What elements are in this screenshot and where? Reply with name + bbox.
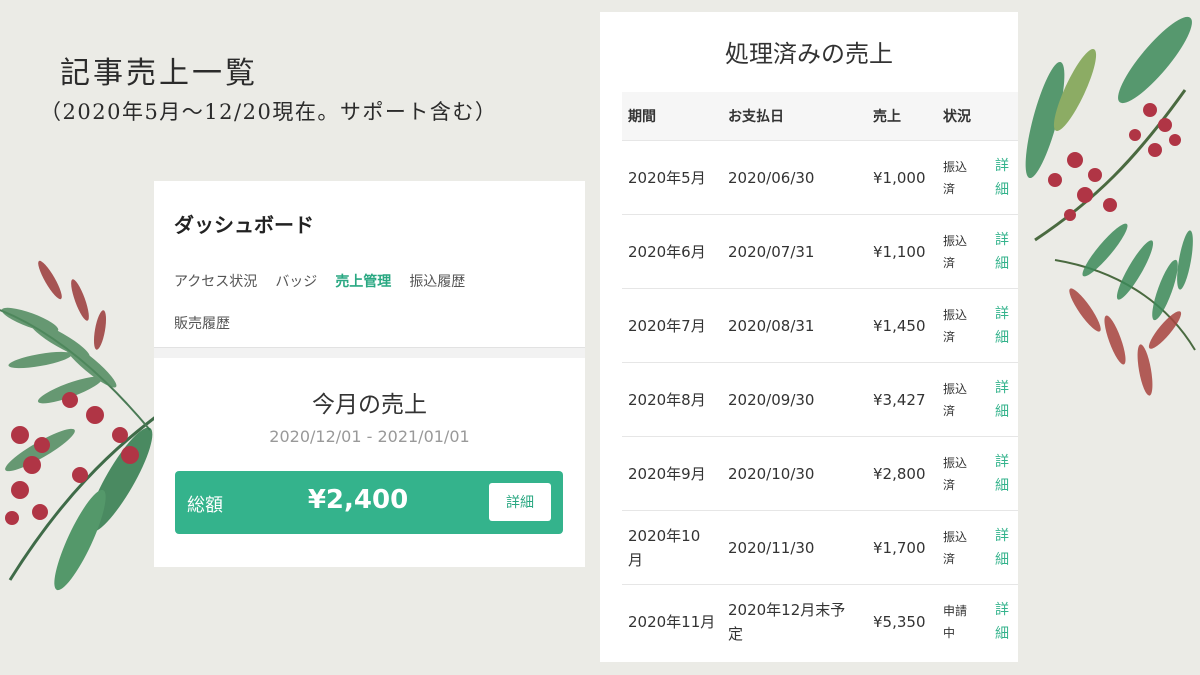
- status-cell: 申請中: [937, 584, 989, 658]
- header-detail-spacer: [989, 92, 1018, 141]
- processed-sales-table: 期間 お支払日 売上 状況 2020年5月 2020/06/30 ¥1,000 振込済…: [622, 92, 1018, 658]
- period-cell: 2020年8月: [622, 362, 722, 437]
- table-row: 2020年11月 2020年12月末予定 ¥5,350 申請中詳細: [622, 584, 1018, 658]
- status-cell: 振込済: [937, 362, 989, 437]
- payment-date-cell: 2020/06/30: [722, 140, 867, 215]
- period-cell: 2020年6月: [622, 214, 722, 289]
- amount-cell: ¥1,000: [867, 140, 937, 215]
- month-date-range: 2020/12/01 - 2021/01/01: [269, 427, 470, 446]
- period-cell: 2020年9月: [622, 436, 722, 511]
- table-row: 2020年8月 2020/09/30 ¥3,427 振込済詳細: [622, 362, 1018, 437]
- amount-cell: ¥1,100: [867, 214, 937, 289]
- table-row: 2020年9月 2020/10/30 ¥2,800 振込済詳細: [622, 436, 1018, 511]
- period-cell: 2020年10 月: [622, 510, 722, 585]
- tab-sales-management[interactable]: 売上管理: [335, 271, 391, 291]
- payment-date-cell: 2020/11/30: [722, 510, 867, 585]
- status-cell: 振込済: [937, 510, 989, 585]
- total-amount: ¥2,400: [307, 485, 409, 515]
- detail-link[interactable]: 詳細: [989, 288, 1018, 363]
- amount-cell: ¥1,700: [867, 510, 937, 585]
- status-cell: 振込済: [937, 288, 989, 363]
- fern-leaves-left-decoration: [0, 260, 166, 591]
- detail-link[interactable]: 詳細: [989, 584, 1018, 658]
- dashboard-tabs: アクセス状況 バッジ 売上管理 振込履歴販売履歴: [174, 271, 544, 355]
- amount-cell: ¥5,350: [867, 584, 937, 658]
- month-sales-title: 今月の売上: [312, 392, 427, 418]
- header-amount: 売上: [867, 92, 937, 141]
- tab-badges[interactable]: バッジ: [275, 271, 317, 291]
- dashboard-card: ダッシュボード アクセス状況 バッジ 売上管理 振込履歴販売履歴 今月の売上 2020…: [154, 181, 585, 567]
- fern-leaves-right-decoration: [1025, 16, 1196, 396]
- payment-date-cell: 2020/08/31: [722, 288, 867, 363]
- tab-access-status[interactable]: アクセス状況: [174, 271, 257, 291]
- detail-link[interactable]: 詳細: [989, 140, 1018, 215]
- status-cell: 振込済: [937, 140, 989, 215]
- detail-link[interactable]: 詳細: [989, 214, 1018, 289]
- table-header-row: 期間 お支払日 売上 状況: [622, 92, 1018, 141]
- detail-link[interactable]: 詳細: [989, 510, 1018, 585]
- detail-button[interactable]: 詳細: [489, 483, 551, 521]
- table-row: 2020年10 月 2020/11/30 ¥1,700 振込済詳細: [622, 510, 1018, 585]
- amount-cell: ¥2,800: [867, 436, 937, 511]
- dashboard-title: ダッシュボード: [174, 213, 314, 237]
- payment-date-cell: 2020/10/30: [722, 436, 867, 511]
- table-row: 2020年7月 2020/08/31 ¥1,450 振込済詳細: [622, 288, 1018, 363]
- period-cell: 2020年11月: [622, 584, 722, 658]
- detail-link[interactable]: 詳細: [989, 362, 1018, 437]
- page-title: 記事売上一覧: [60, 56, 258, 91]
- header-period: 期間: [622, 92, 722, 141]
- tab-transfer-history[interactable]: 振込履歴: [409, 271, 465, 291]
- detail-link[interactable]: 詳細: [989, 436, 1018, 511]
- payment-date-cell: 2020/07/31: [722, 214, 867, 289]
- processed-sales-title: 処理済みの売上: [725, 40, 893, 68]
- status-cell: 振込済: [937, 214, 989, 289]
- payment-date-cell: 2020年12月末予定: [722, 584, 867, 658]
- total-sales-bar: 総額 ¥2,400 詳細: [175, 471, 563, 534]
- table-row: 2020年5月 2020/06/30 ¥1,000 振込済詳細: [622, 140, 1018, 215]
- period-cell: 2020年5月: [622, 140, 722, 215]
- divider: [154, 347, 585, 358]
- header-status: 状況: [937, 92, 989, 141]
- table-row: 2020年6月 2020/07/31 ¥1,100 振込済詳細: [622, 214, 1018, 289]
- tab-sales-history[interactable]: 販売履歴: [174, 313, 230, 333]
- page-subtitle: （2020年5月〜12/20現在。サポート含む）: [40, 100, 498, 124]
- period-cell: 2020年7月: [622, 288, 722, 363]
- amount-cell: ¥1,450: [867, 288, 937, 363]
- amount-cell: ¥3,427: [867, 362, 937, 437]
- header-payment-date: お支払日: [722, 92, 867, 141]
- payment-date-cell: 2020/09/30: [722, 362, 867, 437]
- processed-sales-card: 処理済みの売上 期間 お支払日 売上 状況 2020年5月 2020/06/30 ¥…: [600, 12, 1018, 662]
- status-cell: 振込済: [937, 436, 989, 511]
